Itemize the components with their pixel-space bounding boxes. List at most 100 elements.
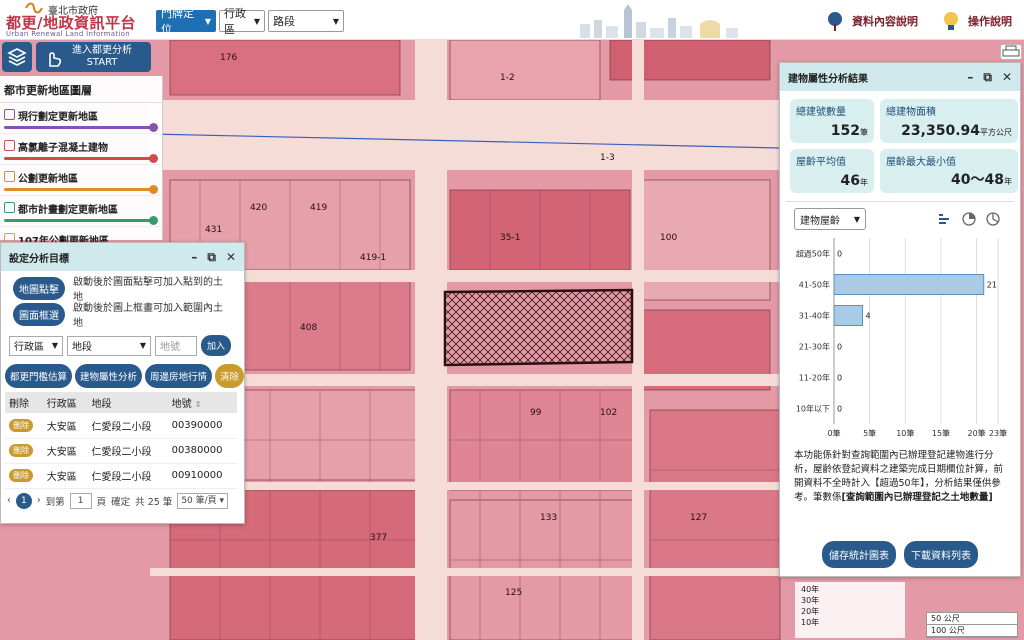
svg-text:100: 100: [660, 233, 677, 243]
delete-row-button[interactable]: 刪除: [9, 418, 33, 432]
threshold-estimate-button[interactable]: 都更門檻估算: [5, 364, 73, 388]
opacity-slider[interactable]: [4, 157, 154, 160]
row-district: 大安區: [42, 413, 88, 439]
selected-parcels[interactable]: [443, 288, 634, 367]
svg-text:176: 176: [220, 53, 237, 63]
location-mode-select[interactable]: 門牌定位 ▼: [156, 7, 216, 36]
layer-checkbox[interactable]: [4, 140, 15, 151]
opacity-slider[interactable]: [4, 188, 154, 191]
header-road-select[interactable]: 路段 ▼: [268, 10, 344, 32]
manual-link[interactable]: 操作說明: [940, 10, 1012, 32]
save-chart-button[interactable]: 儲存統計圖表: [822, 541, 896, 568]
header-district-select[interactable]: 行政區 ▼: [219, 7, 265, 36]
goto-label: 到第: [45, 496, 65, 508]
layer-item-urban-plan[interactable]: 都市計畫劃定更新地區: [0, 196, 162, 227]
data-description-link[interactable]: 資料內容說明: [824, 10, 918, 32]
layer-item-public[interactable]: 公劃更新地區: [0, 165, 162, 196]
start-analysis-button[interactable]: 進入都更分析 START: [36, 42, 151, 72]
layer-panel: 都市更新地區圖層 現行劃定更新地區 高氯離子混凝土建物 公劃更新地區 都市計畫劃…: [0, 76, 163, 247]
minimize-icon[interactable]: –: [967, 70, 973, 85]
sort-icon[interactable]: ⇕: [195, 400, 202, 409]
site-subtitle: Urban Renewal Land Information: [6, 30, 130, 38]
data-label: 21: [987, 281, 997, 290]
site-logo[interactable]: 臺北市政府 都更/地政資訊平台 Urban Renewal Land Infor…: [6, 2, 154, 38]
pie-chart-icon[interactable]: [962, 212, 976, 226]
nearby-price-button[interactable]: 周邊房地行情: [145, 364, 213, 388]
prev-page-icon[interactable]: ‹: [7, 495, 11, 506]
row-section: 仁愛段二小段: [87, 413, 168, 439]
col-lot[interactable]: 地號 ⇕: [167, 392, 237, 413]
download-list-button[interactable]: 下載資料列表: [904, 541, 978, 568]
data-label: 0: [837, 343, 842, 352]
section-select[interactable]: 地段 ▼: [67, 335, 151, 356]
svg-text:1-3: 1-3: [600, 153, 615, 163]
chart-metric-select[interactable]: 建物屋齡 ▼: [794, 208, 866, 230]
next-page-icon[interactable]: ›: [37, 495, 41, 506]
lot-number-input[interactable]: 地號: [155, 335, 197, 356]
current-page[interactable]: 1: [15, 492, 32, 509]
legend-item: 40年: [801, 585, 820, 594]
layer-checkbox[interactable]: [4, 109, 15, 120]
scale-item: 100 公尺: [927, 625, 1017, 637]
delete-row-button[interactable]: 刪除: [9, 444, 33, 457]
district-select[interactable]: 行政區 ▼: [9, 335, 63, 356]
bar-chart-icon[interactable]: [938, 212, 952, 226]
print-icon[interactable]: [1000, 44, 1022, 60]
close-icon[interactable]: ✕: [226, 250, 236, 265]
layer-checkbox[interactable]: [4, 202, 15, 213]
data-label: 0: [837, 374, 842, 383]
row-lot: 00380000: [167, 438, 237, 464]
close-icon[interactable]: ✕: [1002, 70, 1012, 85]
opacity-slider[interactable]: [4, 126, 154, 129]
layer-item-current[interactable]: 現行劃定更新地區: [0, 103, 162, 134]
box-select-button[interactable]: 圖面框選: [13, 302, 65, 326]
goto-confirm-button[interactable]: 確定: [111, 494, 130, 508]
stats-grid: 總建號數量 152筆 總建物面積 23,350.94平方公尺 屋齡平均值 46年 屋齡…: [780, 91, 1020, 193]
chart-area: 建物屋齡 ▼ 0筆 5筆 10筆 15筆 20筆 23筆 超過50年 0 41-50年 21 31-4…: [786, 201, 1014, 445]
opacity-slider[interactable]: [4, 219, 154, 222]
age-bar-chart: 0筆 5筆 10筆 15筆 20筆 23筆 超過50年 0 41-50年 21 31-40年 4 21-…: [796, 238, 1007, 438]
legend-item: 30年: [801, 596, 820, 605]
slider-handle[interactable]: [149, 123, 158, 132]
delete-row-button[interactable]: 刪除: [9, 469, 33, 482]
add-button[interactable]: 加入: [201, 335, 232, 356]
x-tick-label: 10筆: [896, 428, 914, 438]
slider-handle[interactable]: [149, 185, 158, 194]
slider-handle[interactable]: [149, 154, 158, 163]
stat-age-range: 屋齡最大最小值 40～48年: [880, 149, 1018, 193]
layers-toggle-button[interactable]: [2, 42, 32, 72]
maximize-icon[interactable]: ⧉: [983, 70, 992, 85]
stat-unit: 平方公尺: [980, 128, 1012, 137]
layer-label: 高氯離子混凝土建物: [18, 143, 108, 154]
result-header[interactable]: 建物屬性分析結果 – ⧉ ✕: [780, 63, 1020, 91]
header-road-value: 路段: [273, 15, 295, 28]
chevron-down-icon: ▼: [332, 16, 339, 26]
row-lot: 00910000: [167, 463, 237, 489]
donut-chart-icon[interactable]: [986, 212, 1000, 226]
dialog-header[interactable]: 設定分析目標 – ⧉ ✕: [1, 243, 244, 271]
legend-item: 10年: [801, 618, 820, 627]
row-section: 仁愛段二小段: [87, 463, 168, 489]
stat-age-average: 屋齡平均值 46年: [790, 149, 874, 193]
minimize-icon[interactable]: –: [191, 250, 197, 265]
building-attr-button[interactable]: 建物屬性分析: [75, 364, 143, 388]
chevron-down-icon: ▼: [204, 16, 211, 26]
page-input[interactable]: 1: [69, 492, 92, 509]
svg-text:99: 99: [530, 408, 542, 418]
row-section: 仁愛段二小段: [87, 438, 168, 464]
layer-checkbox[interactable]: [4, 171, 15, 182]
location-mode-value: 門牌定位: [161, 7, 194, 36]
maximize-icon[interactable]: ⧉: [207, 250, 216, 265]
city-skyline-icon: [580, 4, 738, 38]
clear-button[interactable]: 清除: [215, 364, 245, 388]
map-click-button[interactable]: 地圖點擊: [13, 276, 65, 300]
bar: [833, 305, 864, 326]
slider-handle[interactable]: [149, 216, 158, 225]
page-size-select[interactable]: 50 筆/頁 ▾: [177, 492, 229, 509]
layer-item-chloride[interactable]: 高氯離子混凝土建物: [0, 134, 162, 165]
stat-value: 152: [830, 123, 860, 139]
x-tick-label: 15筆: [932, 428, 950, 438]
svg-text:420: 420: [250, 203, 267, 213]
stat-key: 屋齡最大最小值: [886, 157, 956, 168]
chart-metric-value: 建物屋齡: [800, 215, 840, 227]
